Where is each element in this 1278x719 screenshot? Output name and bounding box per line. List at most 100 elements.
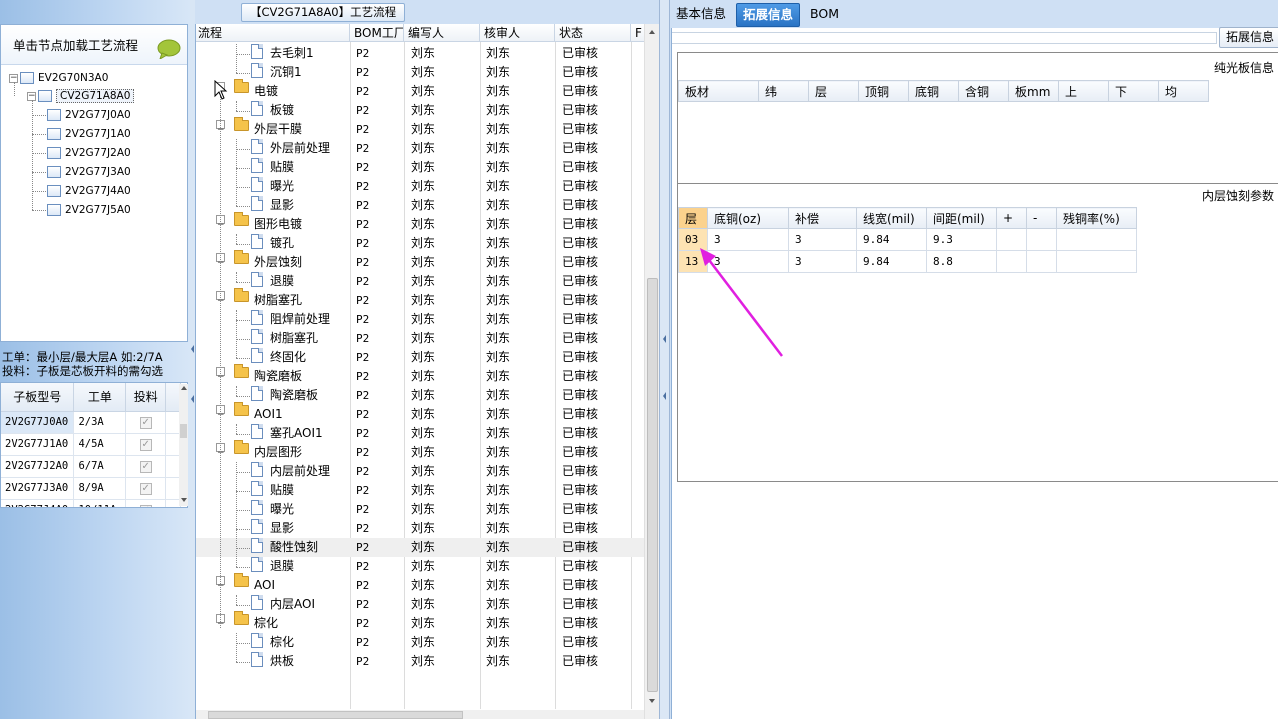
extended-info-field[interactable] — [672, 32, 1217, 44]
cell-feed[interactable]: ✓ — [125, 477, 167, 500]
tab-extended-info[interactable]: 拓展信息 — [736, 3, 801, 27]
table-row[interactable]: 2V2G77J3A0 8/9A ✓ — [1, 477, 181, 500]
tree-node-child[interactable]: 2V2G77J4A0 — [47, 182, 131, 200]
col-header-order[interactable]: 工单 — [73, 383, 127, 412]
col-header-feed[interactable]: 投料 — [125, 383, 167, 412]
cell-order[interactable]: 4/5A — [73, 433, 127, 456]
tab-bom[interactable]: BOM — [804, 3, 845, 27]
flow-step-row[interactable]: 终固化 P2 刘东 刘东 已审核 — [196, 348, 644, 367]
cell-model[interactable]: 2V2G77J4A0 — [1, 499, 75, 507]
flow-group-row[interactable]: − 外层蚀刻 P2 刘东 刘东 已审核 — [196, 250, 644, 272]
flow-step-row[interactable]: 内层前处理 P2 刘东 刘东 已审核 — [196, 462, 644, 481]
flow-step-row[interactable]: 镀孔 P2 刘东 刘东 已审核 — [196, 234, 644, 253]
col-header[interactable]: 板材 — [678, 80, 759, 102]
col-header[interactable]: 顶铜 — [858, 80, 909, 102]
table-cell[interactable]: 9.84 — [856, 228, 927, 251]
flow-horizontal-scrollbar[interactable] — [196, 710, 644, 719]
cell-feed[interactable]: ✓ — [125, 455, 167, 478]
col-header[interactable]: 均 — [1158, 80, 1209, 102]
flow-step-row[interactable]: 退膜 P2 刘东 刘东 已审核 — [196, 272, 644, 291]
tree-node-child[interactable]: 2V2G77J3A0 — [47, 163, 131, 181]
cell-order[interactable]: 8/9A — [73, 477, 127, 500]
flow-step-row[interactable]: 显影 P2 刘东 刘东 已审核 — [196, 196, 644, 215]
flow-step-row[interactable]: 沉铜1 P2 刘东 刘东 已审核 — [196, 63, 644, 82]
scroll-up-icon[interactable] — [649, 30, 655, 34]
table-cell[interactable] — [996, 250, 1027, 273]
col-header[interactable]: 纬 — [758, 80, 809, 102]
flow-step-row[interactable]: 板镀 P2 刘东 刘东 已审核 — [196, 101, 644, 120]
col-header[interactable]: 层 — [678, 207, 708, 229]
flow-step-row[interactable]: 烘板 P2 刘东 刘东 已审核 — [196, 652, 644, 671]
cell-order[interactable]: 2/3A — [73, 411, 127, 434]
collapse-middle-icon[interactable] — [663, 335, 666, 343]
flow-step-row[interactable]: 显影 P2 刘东 刘东 已审核 — [196, 519, 644, 538]
table-cell[interactable]: 9.3 — [926, 228, 997, 251]
flow-step-row[interactable]: 内层AOI P2 刘东 刘东 已审核 — [196, 595, 644, 614]
checkbox[interactable]: ✓ — [139, 482, 152, 495]
flow-group-row[interactable]: − 图形电镀 P2 刘东 刘东 已审核 — [196, 212, 644, 234]
flow-step-row[interactable]: 阻焊前处理 P2 刘东 刘东 已审核 — [196, 310, 644, 329]
flow-group-row[interactable]: − 陶瓷磨板 P2 刘东 刘东 已审核 — [196, 364, 644, 386]
flow-step-row[interactable]: 曝光 P2 刘东 刘东 已审核 — [196, 177, 644, 196]
sub-table-scrollbar[interactable] — [179, 384, 188, 506]
col-header-model[interactable]: 子板型号 — [1, 383, 75, 412]
flow-group-row[interactable]: − 树脂塞孔 P2 刘东 刘东 已审核 — [196, 288, 644, 310]
flow-step-row[interactable]: 退膜 P2 刘东 刘东 已审核 — [196, 557, 644, 576]
table-cell[interactable] — [1026, 228, 1057, 251]
flow-group-row[interactable]: − AOI P2 刘东 刘东 已审核 — [196, 573, 644, 595]
tree-node-child[interactable]: 2V2G77J1A0 — [47, 125, 131, 143]
flow-group-row[interactable]: − AOI1 P2 刘东 刘东 已审核 — [196, 402, 644, 424]
col-header[interactable]: 残铜率(%) — [1056, 207, 1137, 229]
scroll-up-icon[interactable] — [181, 386, 187, 390]
collapse-middle-icon-2[interactable] — [663, 392, 666, 400]
cell-feed[interactable]: ✓ — [125, 411, 167, 434]
cell-model[interactable]: 2V2G77J3A0 — [1, 477, 75, 500]
cell-model[interactable]: 2V2G77J1A0 — [1, 433, 75, 456]
table-row[interactable]: 2V2G77J4A010/11A ✓ — [1, 499, 181, 507]
table-row[interactable]: 2V2G77J0A0 2/3A ✓ — [1, 411, 181, 434]
col-header-status[interactable]: 状态 — [555, 24, 631, 42]
flow-step-row[interactable]: 去毛刺1 P2 刘东 刘东 已审核 — [196, 44, 644, 63]
flow-step-row[interactable]: 外层前处理 P2 刘东 刘东 已审核 — [196, 139, 644, 158]
checkbox[interactable]: ✓ — [139, 438, 152, 451]
flow-group-row[interactable]: − 内层图形 P2 刘东 刘东 已审核 — [196, 440, 644, 462]
cell-feed[interactable]: ✓ — [125, 499, 167, 507]
col-header-reviewer[interactable]: 核审人 — [480, 24, 555, 42]
flow-step-row[interactable]: 贴膜 P2 刘东 刘东 已审核 — [196, 481, 644, 500]
flow-step-row[interactable]: 树脂塞孔 P2 刘东 刘东 已审核 — [196, 329, 644, 348]
cell-feed[interactable]: ✓ — [125, 433, 167, 456]
col-header[interactable]: 补偿 — [788, 207, 857, 229]
scroll-thumb[interactable] — [208, 711, 463, 719]
checkbox[interactable]: ✓ — [139, 504, 152, 507]
table-cell[interactable] — [1056, 250, 1137, 273]
checkbox[interactable]: ✓ — [139, 416, 152, 429]
flow-step-row[interactable]: 曝光 P2 刘东 刘东 已审核 — [196, 500, 644, 519]
table-cell[interactable] — [1056, 228, 1137, 251]
col-header[interactable]: 线宽(mil) — [856, 207, 927, 229]
col-header[interactable]: 含铜 — [958, 80, 1009, 102]
col-header-bom[interactable]: BOM工厂 — [350, 24, 404, 42]
cell-model[interactable]: 2V2G77J2A0 — [1, 455, 75, 478]
table-row[interactable]: 2V2G77J2A0 6/7A ✓ — [1, 455, 181, 478]
flow-vertical-scrollbar[interactable] — [644, 24, 659, 719]
col-header[interactable]: + — [996, 207, 1027, 229]
col-header[interactable]: 底铜(oz) — [707, 207, 789, 229]
cell-order[interactable]: 10/11A — [73, 499, 127, 507]
table-cell[interactable]: 8.8 — [926, 250, 997, 273]
col-header-flow[interactable]: 流程 — [196, 24, 350, 42]
table-cell[interactable]: 9.84 — [856, 250, 927, 273]
tree-node-child[interactable]: 2V2G77J2A0 — [47, 144, 131, 162]
flow-group-row[interactable]: − 外层干膜 P2 刘东 刘东 已审核 — [196, 117, 644, 139]
scroll-thumb[interactable] — [647, 278, 658, 692]
middle-splitter[interactable] — [659, 0, 670, 719]
tab-basic-info[interactable]: 基本信息 — [670, 3, 732, 27]
tree-node-selected[interactable]: − CV2G71A8A0 — [27, 87, 135, 105]
flow-group-row[interactable]: −电镀P2刘东刘东已审核 — [196, 79, 644, 101]
scroll-thumb[interactable] — [180, 424, 187, 438]
flow-step-row[interactable]: 陶瓷磨板 P2 刘东 刘东 已审核 — [196, 386, 644, 405]
flow-step-row[interactable]: 贴膜 P2 刘东 刘东 已审核 — [196, 158, 644, 177]
flow-step-row[interactable]: 塞孔AOI1 P2 刘东 刘东 已审核 — [196, 424, 644, 443]
speech-bubble-icon[interactable] — [157, 39, 181, 59]
collapse-left-icon-2[interactable] — [191, 395, 194, 403]
col-header[interactable]: 层 — [808, 80, 859, 102]
